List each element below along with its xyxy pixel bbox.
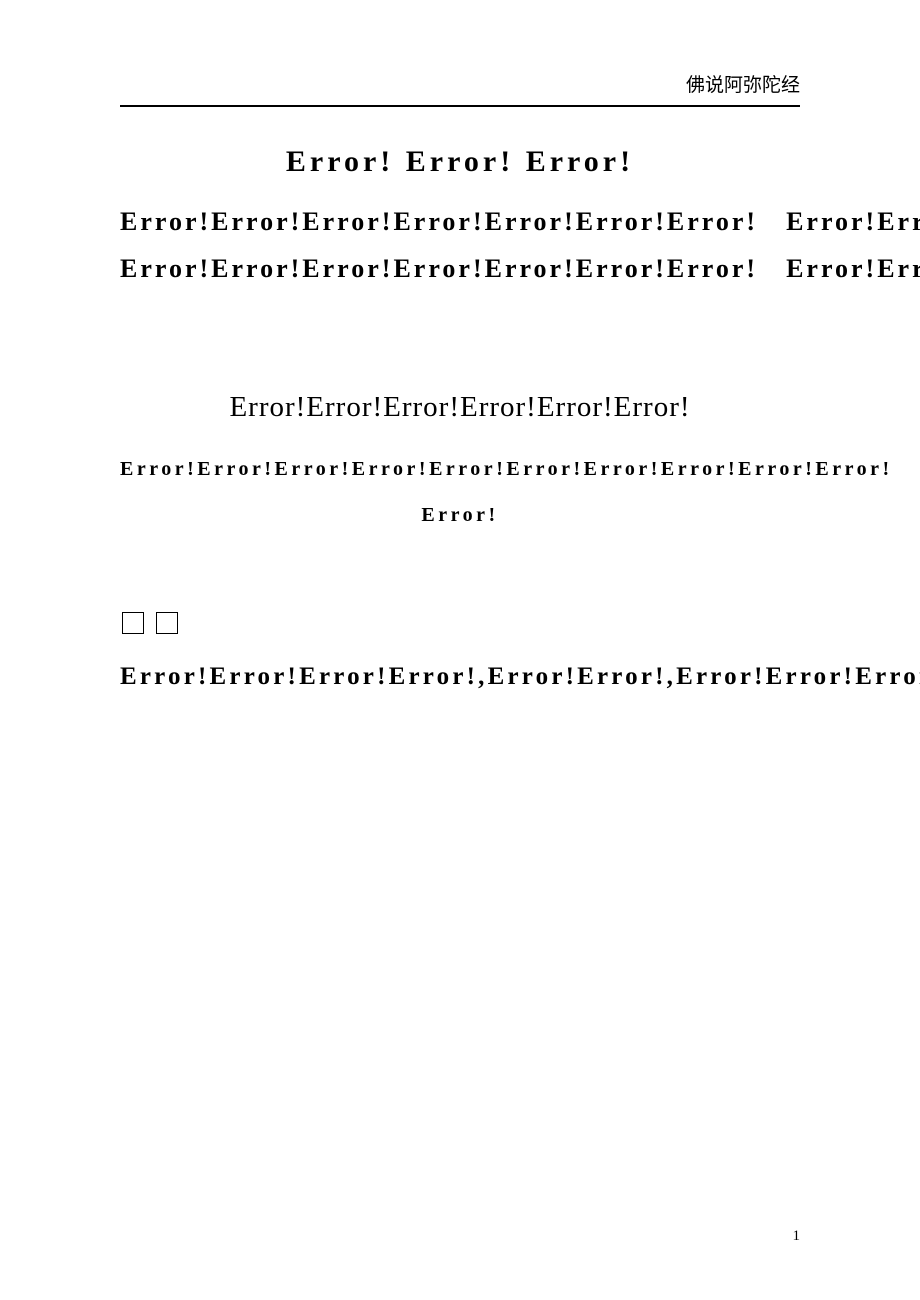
column-left: Error!Error!Error!Error!Error!Error!Erro… bbox=[120, 199, 758, 293]
placeholder-box-icon bbox=[122, 612, 144, 634]
placeholder-box-icon bbox=[156, 612, 178, 634]
column-right: Error!Error!Error!Error!Error!Error!Erro… bbox=[786, 199, 920, 293]
top-title: Error! Error! Error! bbox=[120, 145, 800, 179]
page-number: 1 bbox=[793, 1228, 801, 1245]
body-paragraph: Error!Error!Error!Error!,Error!Error!,Er… bbox=[120, 654, 800, 700]
document-page: 佛说阿弥陀经 Error! Error! Error! Error!Error!… bbox=[0, 0, 920, 700]
placeholder-boxes bbox=[120, 608, 800, 634]
header-title: 佛说阿弥陀经 bbox=[686, 75, 800, 96]
mid-title: Error!Error!Error!Error!Error!Error! bbox=[120, 383, 800, 432]
two-column-section: Error!Error!Error!Error!Error!Error!Erro… bbox=[120, 199, 800, 293]
page-header: 佛说阿弥陀经 bbox=[120, 70, 800, 107]
mid-subtitle: Error!Error!Error!Error!Error!Error!Erro… bbox=[120, 446, 800, 538]
